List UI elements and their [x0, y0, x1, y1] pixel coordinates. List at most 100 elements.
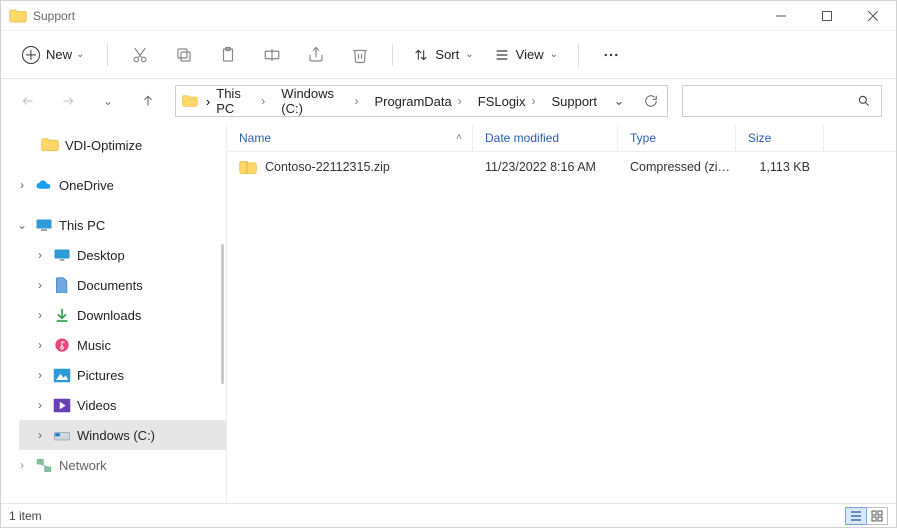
file-row[interactable]: Contoso-22112315.zip 11/23/2022 8:16 AM …	[227, 152, 896, 182]
column-type[interactable]: Type	[618, 124, 736, 151]
recent-locations-button[interactable]: ⌄	[95, 88, 121, 114]
nav-label: Videos	[77, 398, 117, 413]
videos-icon	[53, 398, 71, 413]
window-title: Support	[33, 9, 75, 23]
thumbnails-view-button[interactable]	[866, 507, 888, 525]
column-size[interactable]: Size	[736, 124, 824, 151]
paste-button[interactable]	[208, 39, 248, 71]
maximize-button[interactable]	[804, 1, 850, 31]
view-label: View	[516, 47, 544, 62]
drive-icon	[53, 428, 71, 443]
chevron-right-icon: ›	[15, 178, 29, 192]
chevron-right-icon: ›	[261, 94, 265, 108]
document-icon	[55, 277, 69, 294]
file-type: Compressed (zipp...	[618, 152, 736, 182]
navigation-pane: VDI-Optimize › OneDrive ⌄ This PC › Desk…	[1, 124, 226, 503]
breadcrumb-thispc[interactable]: This PC›	[212, 86, 275, 116]
file-date: 11/23/2022 8:16 AM	[485, 160, 596, 174]
cut-button[interactable]	[120, 39, 160, 71]
folder-icon	[9, 9, 27, 23]
folder-icon	[41, 138, 59, 152]
cloud-icon	[35, 179, 53, 191]
sort-icon	[413, 47, 429, 63]
nav-label: Downloads	[77, 308, 141, 323]
nav-item-thispc[interactable]: ⌄ This PC	[1, 210, 226, 240]
view-icon	[494, 47, 510, 63]
chevron-right-icon: ›	[33, 398, 47, 412]
zip-file-icon	[239, 160, 257, 175]
nav-item-desktop[interactable]: › Desktop	[19, 240, 226, 270]
chevron-right-icon: ›	[33, 368, 47, 382]
close-button[interactable]	[850, 1, 896, 31]
up-button[interactable]	[135, 88, 161, 114]
details-view-button[interactable]	[845, 507, 867, 525]
share-button[interactable]	[296, 39, 336, 71]
nav-item-network[interactable]: › Network	[1, 450, 226, 480]
nav-label: Pictures	[77, 368, 124, 383]
nav-label: Music	[77, 338, 111, 353]
nav-item-vdi-optimize[interactable]: VDI-Optimize	[1, 130, 226, 160]
nav-label: Network	[59, 458, 107, 473]
separator	[107, 44, 108, 66]
status-bar: 1 item	[1, 503, 896, 527]
breadcrumb-programdata[interactable]: ProgramData›	[370, 86, 471, 116]
chevron-right-icon: ›	[33, 428, 47, 442]
command-bar: New ⌄ Sort ⌄ View ⌄	[1, 31, 896, 79]
network-icon	[35, 458, 53, 473]
nav-label: Documents	[77, 278, 143, 293]
item-count: 1 item	[9, 509, 42, 523]
nav-label: Desktop	[77, 248, 125, 263]
desktop-icon	[53, 248, 71, 263]
pictures-icon	[53, 368, 71, 383]
delete-button[interactable]	[340, 39, 380, 71]
more-button[interactable]	[591, 39, 631, 71]
column-date[interactable]: Date modified	[473, 124, 618, 151]
chevron-right-icon: ›	[354, 94, 358, 108]
rename-button[interactable]	[252, 39, 292, 71]
nav-item-pictures[interactable]: › Pictures	[19, 360, 226, 390]
search-box[interactable]	[682, 85, 882, 117]
column-headers: Name˄ Date modified Type Size	[227, 124, 896, 152]
breadcrumb-fslogix[interactable]: FSLogix›	[474, 86, 546, 116]
address-bar[interactable]: › This PC› Windows (C:)› ProgramData› FS…	[175, 85, 668, 117]
file-list: Name˄ Date modified Type Size Contoso-22…	[226, 124, 896, 503]
refresh-button[interactable]	[635, 86, 667, 116]
sort-asc-icon: ˄	[456, 132, 462, 143]
chevron-right-icon: ›	[33, 338, 47, 352]
chevron-right-icon: ›	[33, 248, 47, 262]
nav-item-windowsc[interactable]: › Windows (C:)	[19, 420, 226, 450]
chevron-right-icon: ›	[33, 308, 47, 322]
folder-icon	[182, 94, 198, 108]
nav-item-documents[interactable]: › Documents	[19, 270, 226, 300]
chevron-right-icon: ›	[33, 278, 47, 292]
nav-item-videos[interactable]: › Videos	[19, 390, 226, 420]
scrollbar[interactable]	[221, 244, 224, 384]
copy-button[interactable]	[164, 39, 204, 71]
music-icon	[54, 337, 70, 353]
chevron-down-icon: ⌄	[76, 49, 84, 60]
nav-label: Windows (C:)	[77, 428, 155, 443]
chevron-right-icon: ›	[531, 94, 535, 108]
nav-item-onedrive[interactable]: › OneDrive	[1, 170, 226, 200]
forward-button[interactable]	[55, 88, 81, 114]
chevron-right-icon: ›	[206, 94, 210, 109]
minimize-button[interactable]	[758, 1, 804, 31]
download-icon	[54, 307, 70, 323]
nav-item-music[interactable]: › Music	[19, 330, 226, 360]
breadcrumb-support[interactable]: Support	[547, 86, 601, 116]
chevron-down-icon: ⌄	[15, 218, 29, 232]
back-button[interactable]	[15, 88, 41, 114]
file-size: 1,113 KB	[759, 160, 810, 174]
chevron-down-icon: ⌄	[550, 49, 558, 60]
view-button[interactable]: View ⌄	[486, 39, 566, 71]
nav-item-downloads[interactable]: › Downloads	[19, 300, 226, 330]
nav-label: VDI-Optimize	[65, 138, 142, 153]
column-name[interactable]: Name˄	[227, 124, 473, 151]
monitor-icon	[35, 218, 53, 233]
new-button[interactable]: New ⌄	[11, 39, 95, 71]
sort-button[interactable]: Sort ⌄	[405, 39, 481, 71]
nav-label: OneDrive	[59, 178, 114, 193]
address-dropdown-button[interactable]: ⌄	[603, 86, 635, 116]
breadcrumb-windowsc[interactable]: Windows (C:)›	[277, 86, 368, 116]
file-name: Contoso-22112315.zip	[265, 160, 390, 174]
